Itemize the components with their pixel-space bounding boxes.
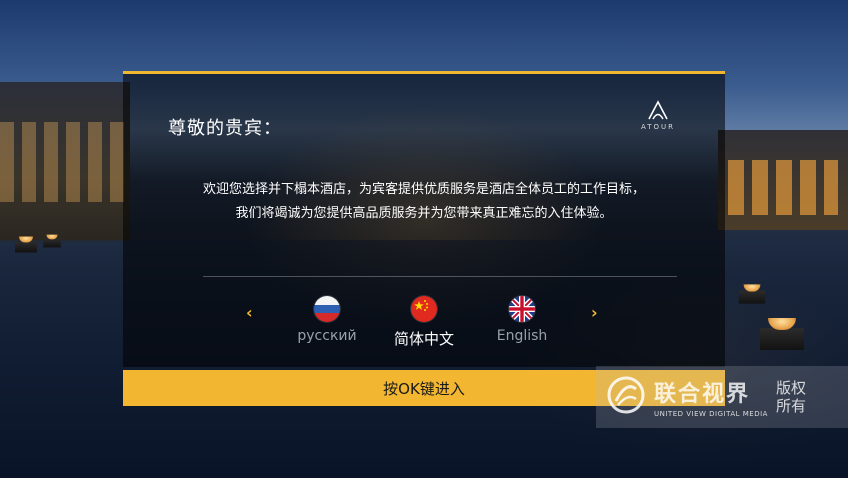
uk-flag-icon <box>509 296 535 322</box>
welcome-panel: 尊敬的贵宾： ATOUR 欢迎您选择并下榻本酒店，为宾客提供优质服务是酒店全体员… <box>123 71 725 367</box>
enter-button-label: 按OK键进入 <box>383 379 465 398</box>
floating-lantern <box>15 236 37 253</box>
atour-logo-icon <box>648 100 668 120</box>
language-option-chinese[interactable]: 简体中文 <box>379 296 469 349</box>
next-language-arrow[interactable]: › <box>591 303 598 322</box>
welcome-line-1: 欢迎您选择并下榻本酒店，为宾客提供优质服务是酒店全体员工的工作目标， <box>202 182 645 197</box>
hotel-building-right <box>718 130 848 230</box>
floating-lantern <box>738 284 766 304</box>
watermark-brand-cn: 联合视界 <box>654 382 751 407</box>
watermark-brand-en: UNITED VIEW DIGITAL MEDIA <box>654 410 768 418</box>
hotel-building-left <box>0 82 130 242</box>
language-label-english: English <box>496 328 548 344</box>
hotel-logo-text: ATOUR <box>640 123 676 131</box>
russia-flag-icon <box>314 296 340 322</box>
watermark-brand: 联合视界 UNITED VIEW DIGITAL MEDIA <box>654 376 768 418</box>
hotel-logo: ATOUR <box>633 100 683 131</box>
united-view-logo-icon <box>606 375 646 419</box>
watermark-rights: 版权 所有 <box>776 379 806 415</box>
watermark-rights-line-2: 所有 <box>775 397 806 415</box>
language-label-chinese: 简体中文 <box>393 330 454 348</box>
language-option-russian[interactable]: русский <box>282 296 372 344</box>
greeting-title: 尊敬的贵宾： <box>168 118 282 139</box>
welcome-line-2: 我们将竭诚为您提供高品质服务并为您带来真正难忘的入住体验。 <box>235 206 613 221</box>
china-flag-icon <box>411 296 437 322</box>
welcome-message: 欢迎您选择并下榻本酒店，为宾客提供优质服务是酒店全体员工的工作目标， 我们将竭诚… <box>123 178 725 226</box>
divider-line <box>203 276 677 277</box>
language-option-english[interactable]: English <box>477 296 567 344</box>
floating-lantern <box>43 234 61 248</box>
provider-watermark: 联合视界 UNITED VIEW DIGITAL MEDIA 版权 所有 <box>596 366 848 428</box>
language-label-russian: русский <box>297 328 357 344</box>
watermark-rights-line-1: 版权 <box>775 379 806 397</box>
floating-lantern <box>760 318 804 350</box>
prev-language-arrow[interactable]: ‹ <box>246 303 253 322</box>
